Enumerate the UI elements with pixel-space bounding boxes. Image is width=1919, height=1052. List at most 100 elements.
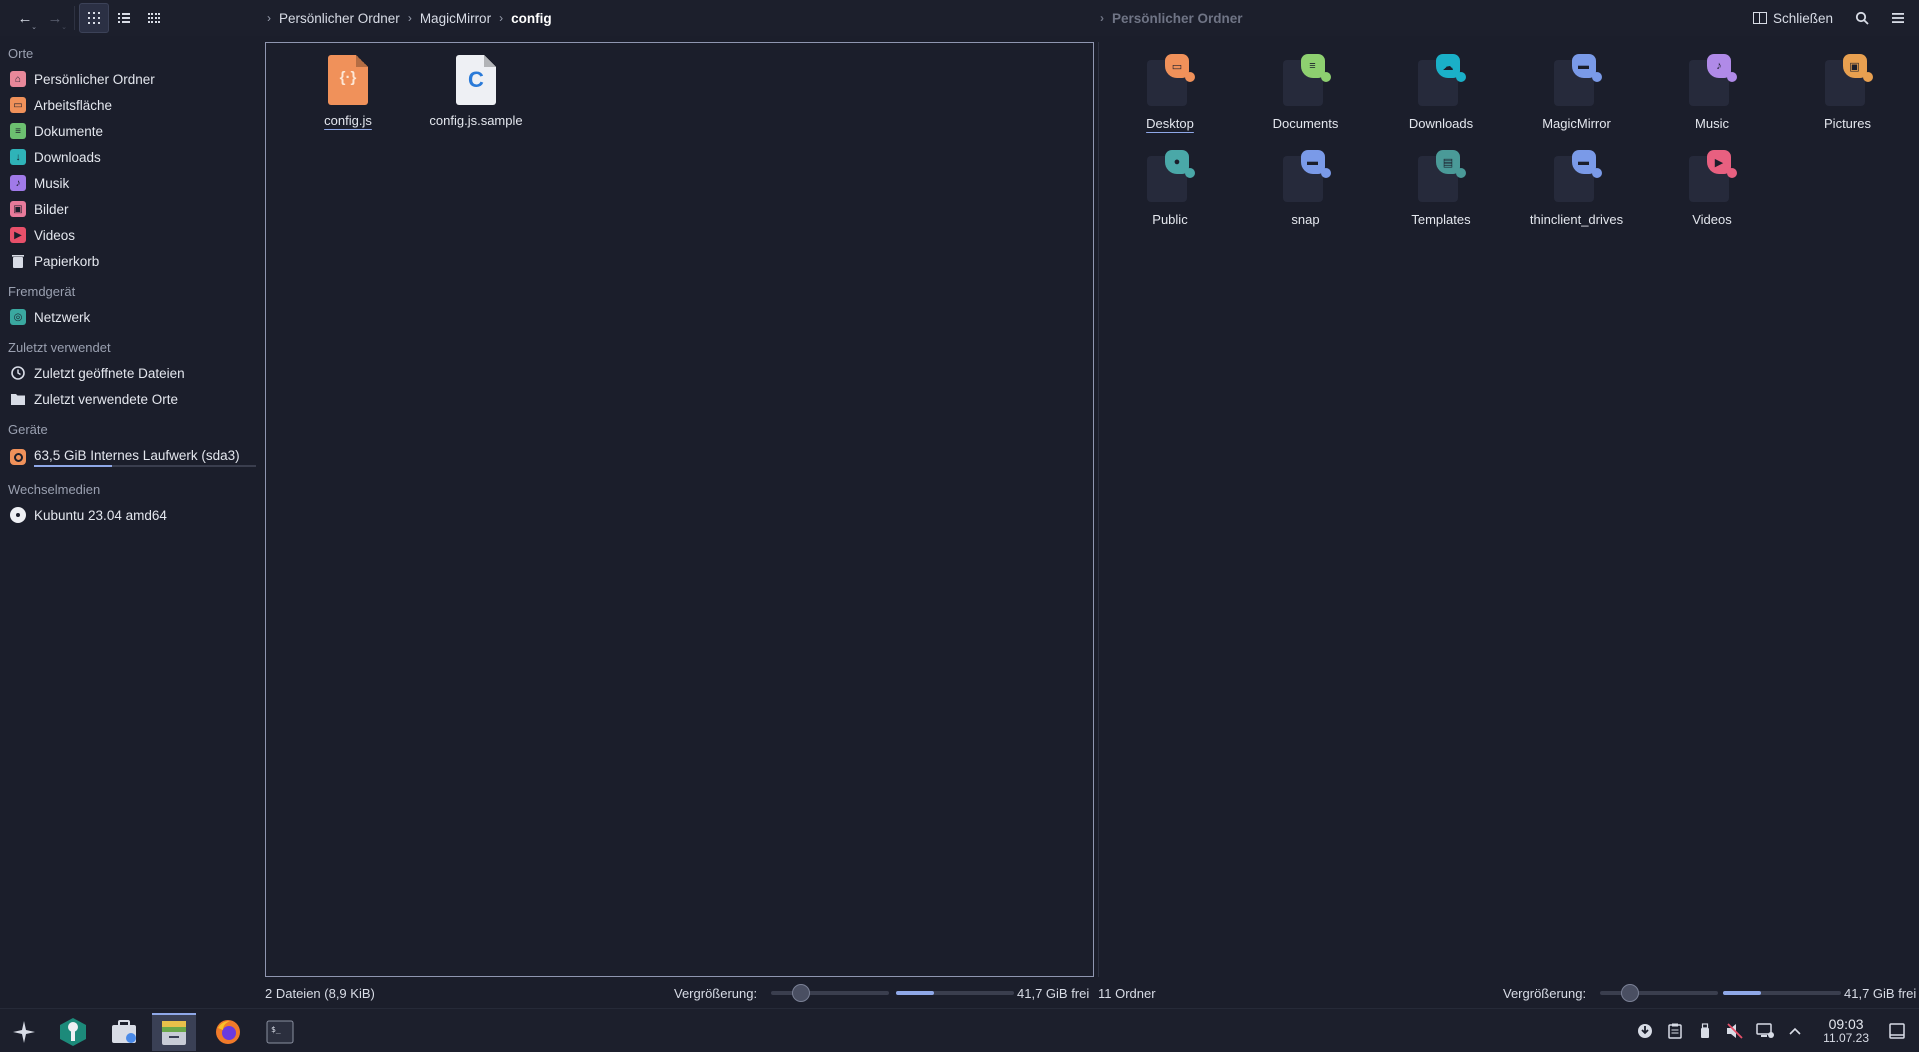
folder-name: Public [1152, 212, 1188, 227]
chevron-right-icon[interactable]: › [1100, 11, 1104, 25]
menu-button[interactable] [1883, 3, 1913, 33]
folder-icon: ▬ [1571, 150, 1602, 178]
left-view-panel[interactable]: {·} config.js Cconfig.js.sample [265, 42, 1094, 977]
close-split-button[interactable]: Schließen [1745, 4, 1841, 32]
music-folder-icon: ♪ [10, 175, 26, 191]
zoom-slider[interactable] [1600, 984, 1718, 1002]
sidebar-item[interactable]: ▶ Videos [0, 222, 264, 248]
folder-icon: ▬ [1571, 54, 1602, 82]
network-wired-icon[interactable] [1755, 1021, 1775, 1041]
right-view-panel[interactable]: ▭ Desktop ≡ Documents ☁ Downloads ▬ MagicMirror… [1098, 42, 1919, 977]
zoom-label: Vergrößerung: [674, 985, 758, 1001]
clock-icon [10, 365, 26, 381]
breadcrumb-current[interactable]: config [511, 11, 552, 26]
chevron-right-icon[interactable]: › [499, 11, 503, 25]
user-icon: ● [1165, 150, 1195, 178]
back-button[interactable]: ← ⌄ [10, 3, 40, 33]
clock-date: 11.07.23 [1823, 1031, 1869, 1046]
pictures-folder-icon: ▣ [10, 201, 26, 217]
breadcrumb-item[interactable]: Persönlicher Ordner [1112, 11, 1243, 26]
sidebar-item[interactable]: Zuletzt verwendete Orte [0, 386, 264, 412]
folder-item[interactable]: ▬ thinclient_drives [1515, 148, 1639, 244]
search-button[interactable] [1847, 3, 1877, 33]
toolbar-right: Schließen [1745, 0, 1919, 36]
usb-device-icon[interactable] [1695, 1021, 1715, 1041]
zoom-slider[interactable] [771, 984, 889, 1002]
folder-icon: ▬ [1548, 54, 1606, 110]
software-center-button[interactable] [102, 1013, 146, 1051]
sidebar-item[interactable]: Zuletzt geöffnete Dateien [0, 360, 264, 386]
folder-item[interactable]: ♪ Music [1650, 52, 1774, 148]
sidebar-item-label: Zuletzt geöffnete Dateien [34, 365, 185, 381]
clock[interactable]: 09:03 11.07.23 [1823, 1017, 1869, 1044]
status-item-count: 2 Dateien (8,9 KiB) [265, 985, 375, 1001]
breadcrumb-item[interactable]: Persönlicher Ordner [279, 11, 400, 26]
folder-item[interactable]: ● Public [1108, 148, 1232, 244]
document-icon: ≡ [1300, 54, 1331, 82]
terminal-button[interactable]: $_ [258, 1013, 302, 1051]
compact-view-button[interactable] [139, 3, 169, 33]
folder-name: thinclient_drives [1529, 212, 1624, 227]
updates-icon[interactable] [1635, 1021, 1655, 1041]
zoom-slider-handle[interactable] [791, 984, 810, 1002]
chevron-right-icon[interactable]: › [408, 11, 412, 25]
sidebar-item[interactable]: ↓ Downloads [0, 144, 264, 170]
sidebar-item[interactable]: ▣ Bilder [0, 196, 264, 222]
zoom-slider-handle[interactable] [1620, 984, 1639, 1002]
breadcrumb-item[interactable]: MagicMirror [420, 11, 491, 26]
icons-view-icon [88, 12, 100, 24]
dolphin-file-manager-button[interactable] [152, 1013, 196, 1051]
sidebar-item[interactable]: ♪ Musik [0, 170, 264, 196]
sidebar-item-label: Persönlicher Ordner [34, 71, 155, 87]
folder-item[interactable]: ▣ Pictures [1786, 52, 1910, 148]
c-source-file-icon: C [456, 55, 496, 105]
desktop-icon: ▭ [1165, 54, 1195, 82]
sidebar-item-internal-drive[interactable]: 63,5 GiB Internes Laufwerk (sda3) [0, 442, 264, 472]
tray-expand-icon[interactable] [1785, 1021, 1805, 1041]
sidebar-item[interactable]: ▭ Arbeitsfläche [0, 92, 264, 118]
svg-text:$_: $_ [271, 1025, 281, 1034]
folder-item[interactable]: ▬ MagicMirror [1515, 52, 1639, 148]
folder-item[interactable]: ▤ Templates [1379, 148, 1503, 244]
discover-icon [60, 1018, 86, 1046]
icons-view-button[interactable] [79, 3, 109, 33]
application-launcher-button[interactable] [2, 1013, 46, 1051]
file-item[interactable]: {·} config.js [286, 55, 410, 151]
details-view-button[interactable] [109, 3, 139, 33]
section-recent: Zuletzt verwendet [8, 339, 111, 355]
software-center-icon [112, 1020, 136, 1043]
clipboard-icon[interactable] [1665, 1021, 1685, 1041]
folder-item[interactable]: ▭ Desktop [1108, 52, 1232, 148]
videos-folder-icon: ▶ [10, 227, 26, 243]
section-remote: Fremdgerät [8, 283, 76, 299]
dolphin-file-manager-icon [162, 1021, 186, 1045]
sidebar-item[interactable]: ◎ Netzwerk [0, 304, 264, 330]
forward-button[interactable]: → ⌄ [40, 3, 70, 33]
free-space-bar [896, 991, 1014, 995]
sidebar-item[interactable]: ⌂ Persönlicher Ordner [0, 66, 264, 92]
toolbar: ← ⌄ → ⌄ › Persönlicher Ordner › MagicMirro… [0, 0, 1919, 36]
application-launcher-icon [13, 1021, 35, 1043]
sidebar-item-label: Arbeitsfläche [34, 97, 113, 113]
file-item[interactable]: Cconfig.js.sample [414, 55, 538, 151]
sidebar-item[interactable]: ≡ Dokumente [0, 118, 264, 144]
folder-item[interactable]: ≡ Documents [1244, 52, 1368, 148]
show-desktop-icon[interactable] [1887, 1021, 1907, 1041]
discover-button[interactable] [51, 1013, 95, 1051]
sidebar-item-kubuntu-disc[interactable]: Kubuntu 23.04 amd64 [0, 502, 264, 528]
optical-disc-icon [10, 507, 26, 523]
downloads-folder-icon: ↓ [10, 149, 26, 165]
volume-muted-icon[interactable] [1725, 1021, 1745, 1041]
chevron-right-icon[interactable]: › [267, 11, 271, 25]
folder-item[interactable]: ▶ Videos [1650, 148, 1774, 244]
folder-item[interactable]: ☁ Downloads [1379, 52, 1503, 148]
search-icon [1855, 11, 1869, 25]
section-removable: Wechselmedien [8, 481, 101, 497]
details-view-icon [118, 13, 130, 23]
firefox-button[interactable] [206, 1013, 250, 1051]
javascript-file-icon: {·} [328, 55, 368, 105]
sidebar-item-label: Zuletzt verwendete Orte [34, 391, 179, 407]
sidebar-item[interactable]: Papierkorb [0, 248, 264, 274]
folder-item[interactable]: ▬ snap [1244, 148, 1368, 244]
folder-icon: ♪ [1683, 54, 1741, 110]
